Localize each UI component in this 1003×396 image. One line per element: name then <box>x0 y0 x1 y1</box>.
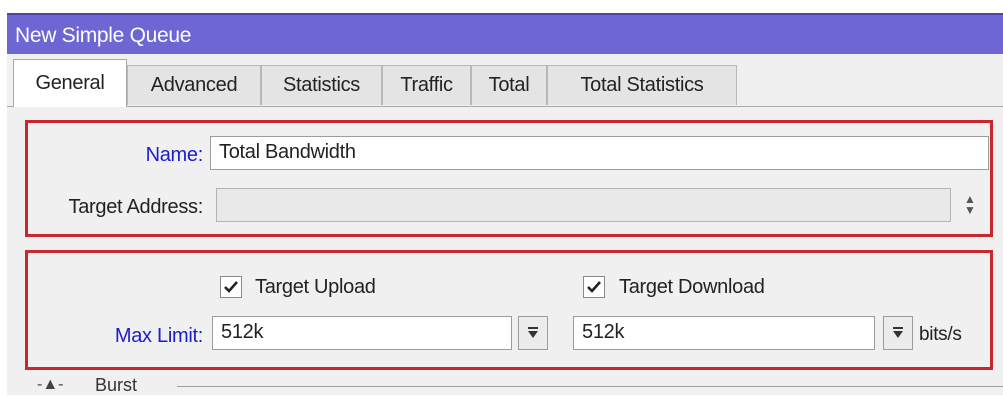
max-limit-download-field[interactable]: 512k <box>573 316 875 350</box>
target-address-label: Target Address: <box>68 196 204 218</box>
target-download-checkbox[interactable] <box>583 276 605 298</box>
tab-total[interactable]: Total <box>471 65 547 105</box>
dialog-panel: General Advanced Statistics Traffic Tota… <box>7 54 1003 395</box>
max-limit-download-dropdown[interactable] <box>883 316 913 350</box>
target-address-field[interactable] <box>216 188 951 222</box>
max-limit-upload-field[interactable]: 512k <box>212 316 512 350</box>
limits-highlight-box <box>25 250 993 370</box>
tab-body-border <box>7 106 1003 107</box>
check-mark-icon <box>224 281 238 293</box>
max-limit-unit: bits/s <box>919 324 962 345</box>
dropdown-arrow-icon <box>893 327 903 338</box>
target-upload-label: Target Upload <box>255 276 376 298</box>
name-field[interactable]: Total Bandwidth <box>210 136 989 170</box>
tab-strip: General Advanced Statistics Traffic Tota… <box>7 54 1003 107</box>
target-download-label: Target Download <box>619 276 765 298</box>
tab-statistics[interactable]: Statistics <box>261 65 382 105</box>
spinner-icon[interactable]: ▲ ▼ <box>959 188 981 222</box>
check-mark-icon <box>587 281 601 293</box>
burst-label: Burst <box>95 375 138 395</box>
tab-advanced[interactable]: Advanced <box>127 65 261 105</box>
window-title-bar[interactable]: New Simple Queue <box>7 13 1003 54</box>
dropdown-arrow-icon <box>528 327 538 338</box>
burst-divider <box>177 386 1003 387</box>
collapse-triangle-icon[interactable]: -▲- <box>37 376 64 394</box>
burst-section-header[interactable]: -▲- Burst <box>37 375 1003 396</box>
max-limit-upload-dropdown[interactable] <box>518 316 548 350</box>
window-title: New Simple Queue <box>15 24 192 47</box>
tab-total-statistics[interactable]: Total Statistics <box>547 65 737 105</box>
max-limit-label: Max Limit: <box>114 325 203 347</box>
tab-traffic[interactable]: Traffic <box>382 65 471 105</box>
name-label: Name: <box>145 144 204 166</box>
target-upload-checkbox[interactable] <box>220 276 242 298</box>
tab-general[interactable]: General <box>13 59 127 107</box>
